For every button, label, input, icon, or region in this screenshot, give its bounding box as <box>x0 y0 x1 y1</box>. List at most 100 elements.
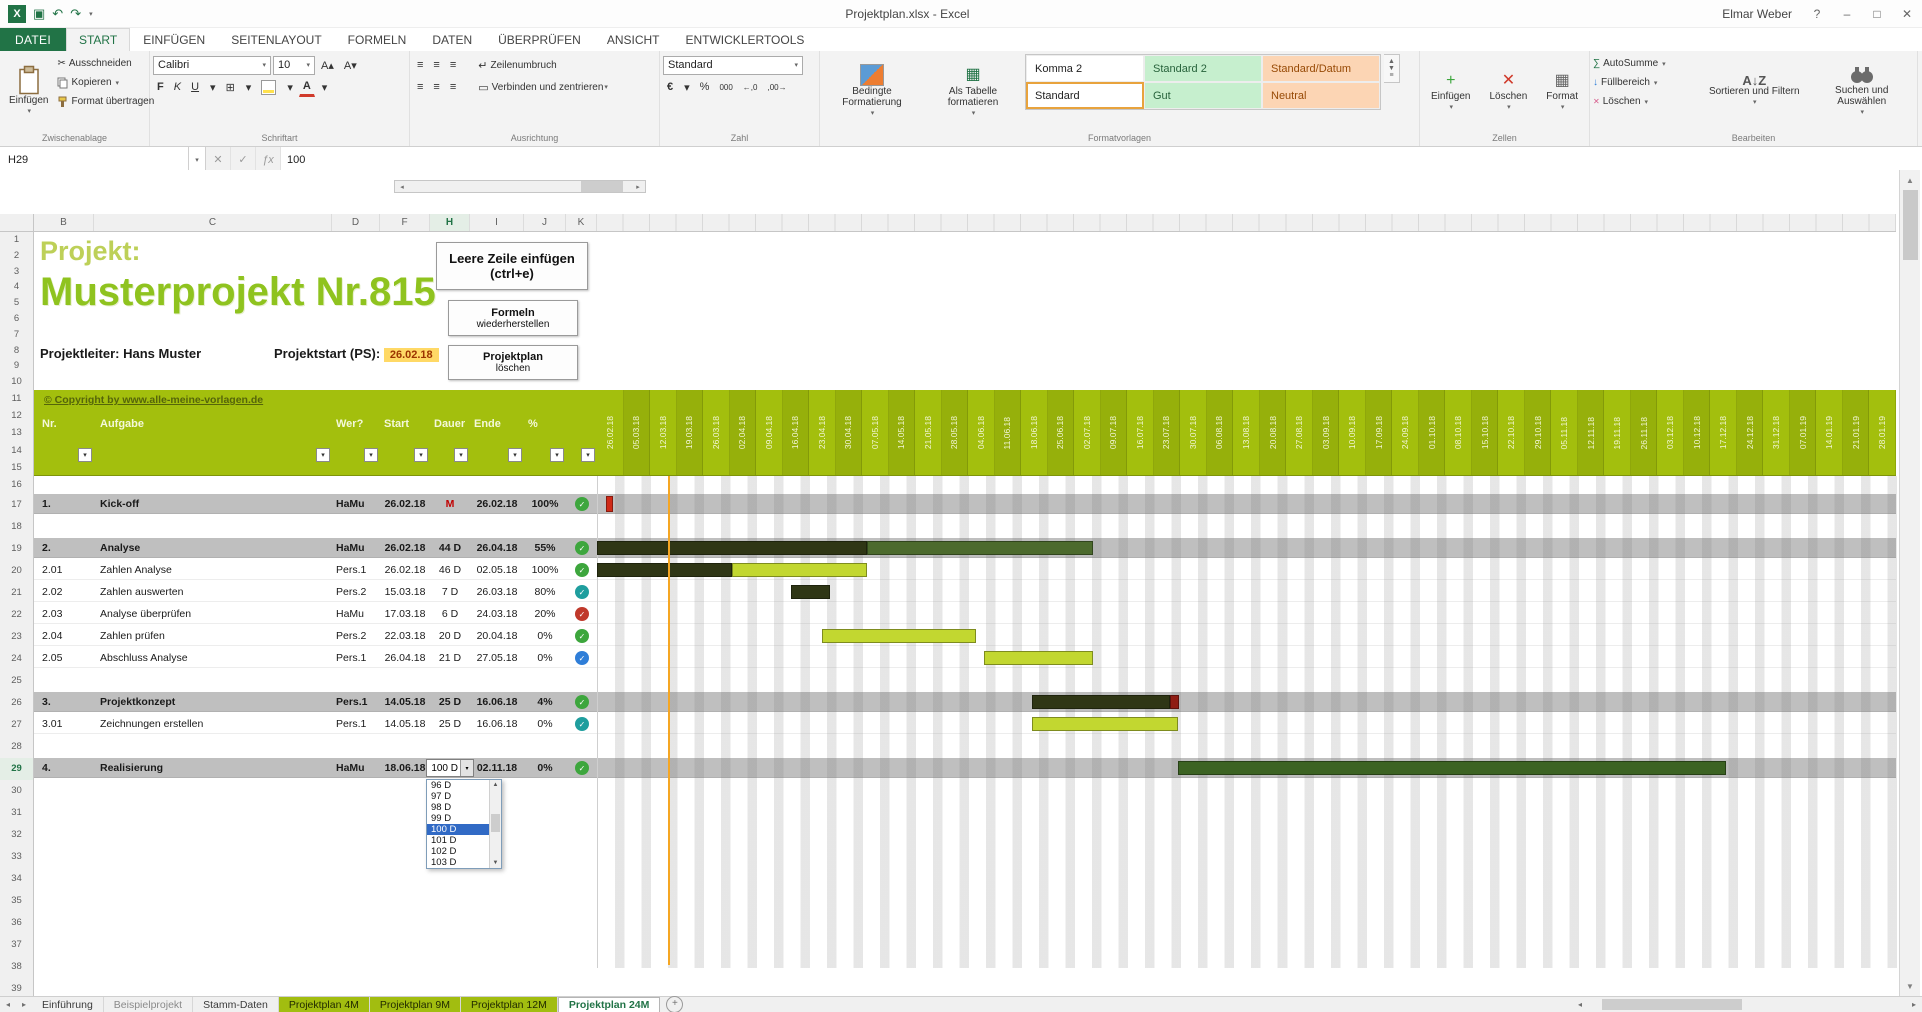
filter-dropdown-icon[interactable]: ▾ <box>454 448 468 462</box>
font-color-dropdown-icon[interactable]: ▾ <box>318 77 332 98</box>
gantt-bar[interactable] <box>867 541 1092 555</box>
sheet-tab-stamm-daten[interactable]: Stamm-Daten <box>193 997 279 1012</box>
filter-dropdown-icon[interactable]: ▾ <box>78 448 92 462</box>
row-number-36[interactable]: 36 <box>0 912 33 934</box>
dropdown-option[interactable]: 101 D <box>427 835 489 846</box>
row-number-9[interactable]: 9 <box>0 358 33 374</box>
row-number-17[interactable]: 17 <box>0 494 33 516</box>
ribbon-tab-einfügen[interactable]: EINFÜGEN <box>130 28 218 51</box>
borders-dropdown-icon[interactable]: ▾ <box>242 77 256 98</box>
row-number-34[interactable]: 34 <box>0 868 33 890</box>
cancel-entry-icon[interactable]: ✕ <box>206 147 231 172</box>
row-number-7[interactable]: 7 <box>0 327 33 343</box>
gallery-more-icon[interactable]: ≡ <box>1389 72 1393 79</box>
status-icon[interactable]: ✓ <box>575 761 589 775</box>
gantt-bar[interactable] <box>1032 717 1178 731</box>
row-number-19[interactable]: 19 <box>0 538 33 560</box>
insert-function-icon[interactable]: ƒx <box>256 147 281 172</box>
row-number-21[interactable]: 21 <box>0 582 33 604</box>
align-bottom-icon[interactable]: ≡ <box>446 55 460 76</box>
filter-dropdown-icon[interactable]: ▾ <box>364 448 378 462</box>
status-icon[interactable]: ✓ <box>575 717 589 731</box>
row-number-13[interactable]: 13 <box>0 424 33 441</box>
clear-plan-button[interactable]: Projektplan löschen <box>448 345 578 380</box>
formula-input[interactable]: 100 <box>281 147 1922 172</box>
dropdown-option[interactable]: 98 D <box>427 802 489 813</box>
ribbon-tab-formeln[interactable]: FORMELN <box>335 28 420 51</box>
duration-dropdown-list[interactable]: 96 D97 D98 D99 D100 D101 D102 D103 D▲▼ <box>426 779 502 869</box>
confirm-entry-icon[interactable]: ✓ <box>231 147 256 172</box>
project-start-value[interactable]: 26.02.18 <box>384 348 439 362</box>
dropdown-option[interactable]: 100 D <box>427 824 489 835</box>
row-number-22[interactable]: 22 <box>0 604 33 626</box>
decrease-decimal-button[interactable]: ,00→ <box>763 77 790 98</box>
dropdown-option[interactable]: 99 D <box>427 813 489 824</box>
sheet-tab-projektplan-12m[interactable]: Projektplan 12M <box>461 997 558 1012</box>
row-number-11[interactable]: 11 <box>0 390 33 407</box>
wrap-text-button[interactable]: ↵Zeilenumbruch <box>474 55 560 76</box>
insert-cells-button[interactable]: +Einfügen▾ <box>1425 54 1476 128</box>
sheet-tab-einf-hrung[interactable]: Einführung <box>32 997 104 1012</box>
row-number-26[interactable]: 26 <box>0 692 33 714</box>
column-letter-J[interactable]: J <box>524 214 566 231</box>
column-letter-K[interactable]: K <box>566 214 597 231</box>
row-number-18[interactable]: 18 <box>0 516 33 538</box>
merge-center-button[interactable]: ▭Verbinden und zentrieren▾ <box>474 77 612 98</box>
styles-gallery-scrollbar[interactable]: ▲ ▼ ≡ <box>1384 54 1400 83</box>
align-left-icon[interactable]: ≡ <box>413 77 427 98</box>
cell-style-neutral[interactable]: Neutral <box>1262 82 1380 109</box>
redo-icon[interactable]: ↷ <box>70 5 81 23</box>
help-button[interactable]: ? <box>1802 1 1832 27</box>
row-number-5[interactable]: 5 <box>0 295 33 311</box>
scroll-down-icon[interactable]: ▼ <box>1902 978 1918 994</box>
conditional-formatting-button[interactable]: Bedingte Formatierung ▾ <box>823 54 921 128</box>
ribbon-tab-daten[interactable]: DATEN <box>419 28 485 51</box>
ribbon-tab-ansicht[interactable]: ANSICHT <box>594 28 673 51</box>
paste-button[interactable]: Einfügen ▾ <box>3 54 54 128</box>
account-name[interactable]: Elmar Weber <box>1722 7 1792 21</box>
status-icon[interactable]: ✓ <box>575 695 589 709</box>
status-icon[interactable]: ✓ <box>575 563 589 577</box>
row-headers[interactable]: 1234567891011121314151617181920212223242… <box>0 232 34 996</box>
gantt-milestone[interactable] <box>606 496 613 512</box>
paste-dropdown-icon[interactable]: ▾ <box>27 106 31 117</box>
close-button[interactable]: ✕ <box>1892 1 1922 27</box>
fill-button[interactable]: ↓Füllbereich▾ <box>1593 73 1699 92</box>
column-headers[interactable]: BCDFHIJK <box>34 214 1896 232</box>
align-center-icon[interactable]: ≡ <box>429 77 443 98</box>
restore-formulas-button[interactable]: Formeln wiederherstellen <box>448 300 578 336</box>
sheet-tab-projektplan-9m[interactable]: Projektplan 9M <box>370 997 461 1012</box>
row-number-27[interactable]: 27 <box>0 714 33 736</box>
row-number-14[interactable]: 14 <box>0 442 33 459</box>
filter-dropdown-icon[interactable]: ▾ <box>550 448 564 462</box>
dropdown-option[interactable]: 102 D <box>427 846 489 857</box>
dropdown-option[interactable]: 96 D <box>427 780 489 791</box>
row-number-24[interactable]: 24 <box>0 648 33 670</box>
column-letter-B[interactable]: B <box>34 214 94 231</box>
hscroll-right-icon[interactable]: ▸ <box>1906 1000 1922 1009</box>
status-icon[interactable]: ✓ <box>575 629 589 643</box>
sheet-tab-beispielprojekt[interactable]: Beispielprojekt <box>104 997 193 1012</box>
dropdown-scroll-down-icon[interactable]: ▼ <box>490 858 501 868</box>
clear-button[interactable]: ✕Löschen▾ <box>1593 92 1699 111</box>
worksheet[interactable]: ◂ ▸ BCDFHIJK 123456789101112131415161718… <box>0 170 1922 996</box>
increase-decimal-button[interactable]: ←,0 <box>739 77 762 98</box>
gantt-bar[interactable] <box>822 629 976 643</box>
format-painter-button[interactable]: Format übertragen <box>57 92 154 111</box>
column-letter-I[interactable]: I <box>470 214 524 231</box>
gallery-up-icon[interactable]: ▲ <box>1388 58 1395 65</box>
copy-dropdown-icon[interactable]: ▾ <box>116 79 120 87</box>
ribbon-tab-überprüfen[interactable]: ÜBERPRÜFEN <box>485 28 594 51</box>
cell-style-komma-2[interactable]: Komma 2 <box>1026 55 1144 82</box>
new-sheet-button[interactable]: + <box>666 996 683 1012</box>
gantt-bar[interactable] <box>1178 761 1727 775</box>
status-icon[interactable]: ✓ <box>575 541 589 555</box>
ribbon-tab-entwicklertools[interactable]: ENTWICKLERTOOLS <box>672 28 817 51</box>
sheet-tab-projektplan-4m[interactable]: Projektplan 4M <box>279 997 370 1012</box>
row-number-8[interactable]: 8 <box>0 343 33 359</box>
vertical-scroll-thumb[interactable] <box>1903 190 1918 260</box>
slider-right-icon[interactable]: ▸ <box>631 181 645 192</box>
column-letter-D[interactable]: D <box>332 214 380 231</box>
sort-filter-button[interactable]: A↓Z Sortieren und Filtern ▾ <box>1702 54 1807 128</box>
row-number-6[interactable]: 6 <box>0 311 33 327</box>
